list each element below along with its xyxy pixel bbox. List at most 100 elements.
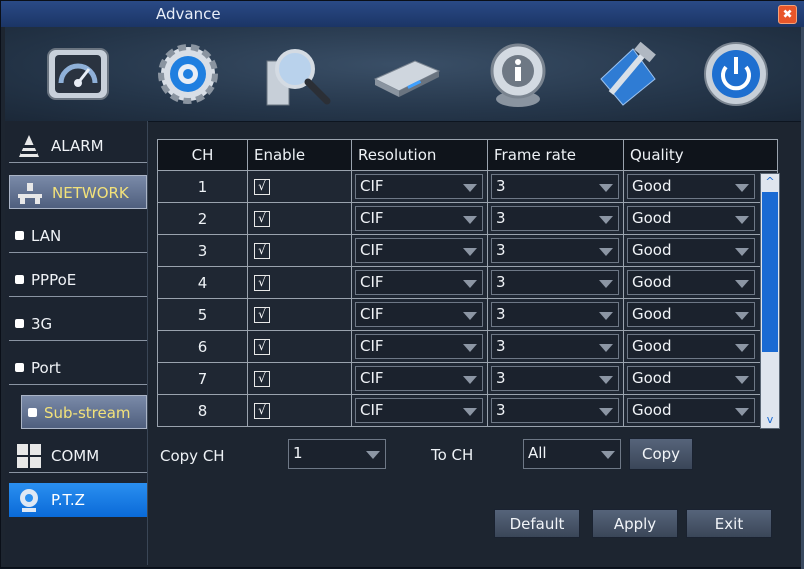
sidebar-item-3g[interactable]: 3G xyxy=(9,307,147,341)
chevron-down-icon xyxy=(463,344,477,352)
network-icon xyxy=(18,183,42,204)
grid-icon xyxy=(17,444,41,468)
frame-rate-select[interactable]: 3 xyxy=(491,398,619,423)
info-icon[interactable] xyxy=(483,39,553,109)
chevron-down-icon xyxy=(735,408,749,416)
resolution-select[interactable]: CIF xyxy=(355,174,483,199)
quality-select[interactable]: Good xyxy=(627,334,755,359)
chevron-down-icon xyxy=(735,248,749,256)
close-button[interactable]: ✖ xyxy=(778,5,797,24)
channel-number: 1 xyxy=(157,170,248,203)
resolution-select[interactable]: CIF xyxy=(355,238,483,263)
quality-select[interactable]: Good xyxy=(627,366,755,391)
enable-cell: √ xyxy=(247,330,352,363)
chevron-down-icon xyxy=(735,280,749,288)
quality-select[interactable]: Good xyxy=(627,270,755,295)
sidebar-item-lan[interactable]: LAN xyxy=(9,219,147,253)
resolution-select[interactable]: CIF xyxy=(355,398,483,423)
enable-checkbox[interactable]: √ xyxy=(254,307,270,323)
resolution-select[interactable]: CIF xyxy=(355,334,483,359)
scroll-thumb[interactable] xyxy=(762,192,778,352)
channel-number: 5 xyxy=(157,298,248,331)
sidebar-item-network[interactable]: NETWORK xyxy=(9,175,147,209)
enable-cell: √ xyxy=(247,266,352,299)
chevron-down-icon xyxy=(599,344,613,352)
enable-checkbox[interactable]: √ xyxy=(254,211,270,227)
enable-cell: √ xyxy=(247,170,352,203)
frame-rate-cell: 3 xyxy=(487,298,624,331)
frame-rate-select[interactable]: 3 xyxy=(491,302,619,327)
copy-ch-label: Copy CH xyxy=(160,447,225,465)
channel-number: 6 xyxy=(157,330,248,363)
chevron-down-icon xyxy=(463,248,477,256)
table-row: 8 √ CIF 3 Good xyxy=(157,394,778,427)
quality-select[interactable]: Good xyxy=(627,302,755,327)
apply-button[interactable]: Apply xyxy=(592,509,678,538)
alarm-cone-icon xyxy=(19,135,39,157)
bullet-icon xyxy=(15,275,24,284)
dashboard-icon[interactable] xyxy=(43,39,113,109)
hard-disk-icon[interactable] xyxy=(371,39,441,109)
copy-button[interactable]: Copy xyxy=(629,438,693,470)
frame-rate-select[interactable]: 3 xyxy=(491,174,619,199)
bullet-icon xyxy=(15,231,24,240)
table-row: 1 √ CIF 3 Good xyxy=(157,170,778,203)
chevron-down-icon xyxy=(735,184,749,192)
camera-icon xyxy=(20,489,38,512)
to-ch-select[interactable]: All xyxy=(523,439,621,469)
window-title: Advance xyxy=(156,5,221,23)
enable-checkbox[interactable]: √ xyxy=(254,275,270,291)
table-scrollbar[interactable]: ^ v xyxy=(760,173,780,429)
table-row: 5 √ CIF 3 Good xyxy=(157,298,778,331)
enable-checkbox[interactable]: √ xyxy=(254,243,270,259)
frame-rate-cell: 3 xyxy=(487,362,624,395)
frame-rate-select[interactable]: 3 xyxy=(491,270,619,295)
frame-rate-select[interactable]: 3 xyxy=(491,206,619,231)
quality-select[interactable]: Good xyxy=(627,174,755,199)
quality-select[interactable]: Good xyxy=(627,398,755,423)
sidebar-item-comm[interactable]: COMM xyxy=(9,439,147,473)
chevron-down-icon xyxy=(463,312,477,320)
enable-checkbox[interactable]: √ xyxy=(254,339,270,355)
bullet-icon xyxy=(15,319,24,328)
sidebar-item-sub-stream[interactable]: Sub-stream xyxy=(21,395,147,429)
quality-select[interactable]: Good xyxy=(627,206,755,231)
sidebar-item-pppoe[interactable]: PPPoE xyxy=(9,263,147,297)
gear-icon[interactable] xyxy=(153,39,223,109)
copy-ch-select[interactable]: 1 xyxy=(288,439,386,469)
enable-checkbox[interactable]: √ xyxy=(254,179,270,195)
default-button[interactable]: Default xyxy=(494,509,580,538)
tools-icon[interactable] xyxy=(593,39,663,109)
search-magnifier-icon[interactable] xyxy=(263,39,333,109)
chevron-down-icon xyxy=(735,376,749,384)
sidebar-item-port[interactable]: Port xyxy=(9,351,147,385)
channel-number: 3 xyxy=(157,234,248,267)
scroll-down-icon[interactable]: v xyxy=(761,412,779,428)
frame-rate-select[interactable]: 3 xyxy=(491,238,619,263)
enable-checkbox[interactable]: √ xyxy=(254,403,270,419)
sidebar-item-alarm[interactable]: ALARM xyxy=(9,129,147,163)
resolution-select[interactable]: CIF xyxy=(355,270,483,295)
to-ch-label: To CH xyxy=(431,446,474,464)
enable-checkbox[interactable]: √ xyxy=(254,371,270,387)
chevron-down-icon xyxy=(599,312,613,320)
sidebar-item-ptz[interactable]: P.T.Z xyxy=(9,483,147,517)
quality-select[interactable]: Good xyxy=(627,238,755,263)
channel-number: 4 xyxy=(157,266,248,299)
frame-rate-select[interactable]: 3 xyxy=(491,334,619,359)
chevron-down-icon xyxy=(599,376,613,384)
enable-cell: √ xyxy=(247,234,352,267)
resolution-select[interactable]: CIF xyxy=(355,206,483,231)
power-icon[interactable] xyxy=(701,39,771,109)
resolution-select[interactable]: CIF xyxy=(355,366,483,391)
resolution-cell: CIF xyxy=(351,394,488,427)
scroll-up-icon[interactable]: ^ xyxy=(761,174,779,190)
table-row: 6 √ CIF 3 Good xyxy=(157,330,778,363)
resolution-cell: CIF xyxy=(351,234,488,267)
resolution-select[interactable]: CIF xyxy=(355,302,483,327)
exit-button[interactable]: Exit xyxy=(686,509,772,538)
chevron-down-icon xyxy=(735,312,749,320)
quality-cell: Good xyxy=(623,266,778,299)
frame-rate-select[interactable]: 3 xyxy=(491,366,619,391)
quality-cell: Good xyxy=(623,202,778,235)
